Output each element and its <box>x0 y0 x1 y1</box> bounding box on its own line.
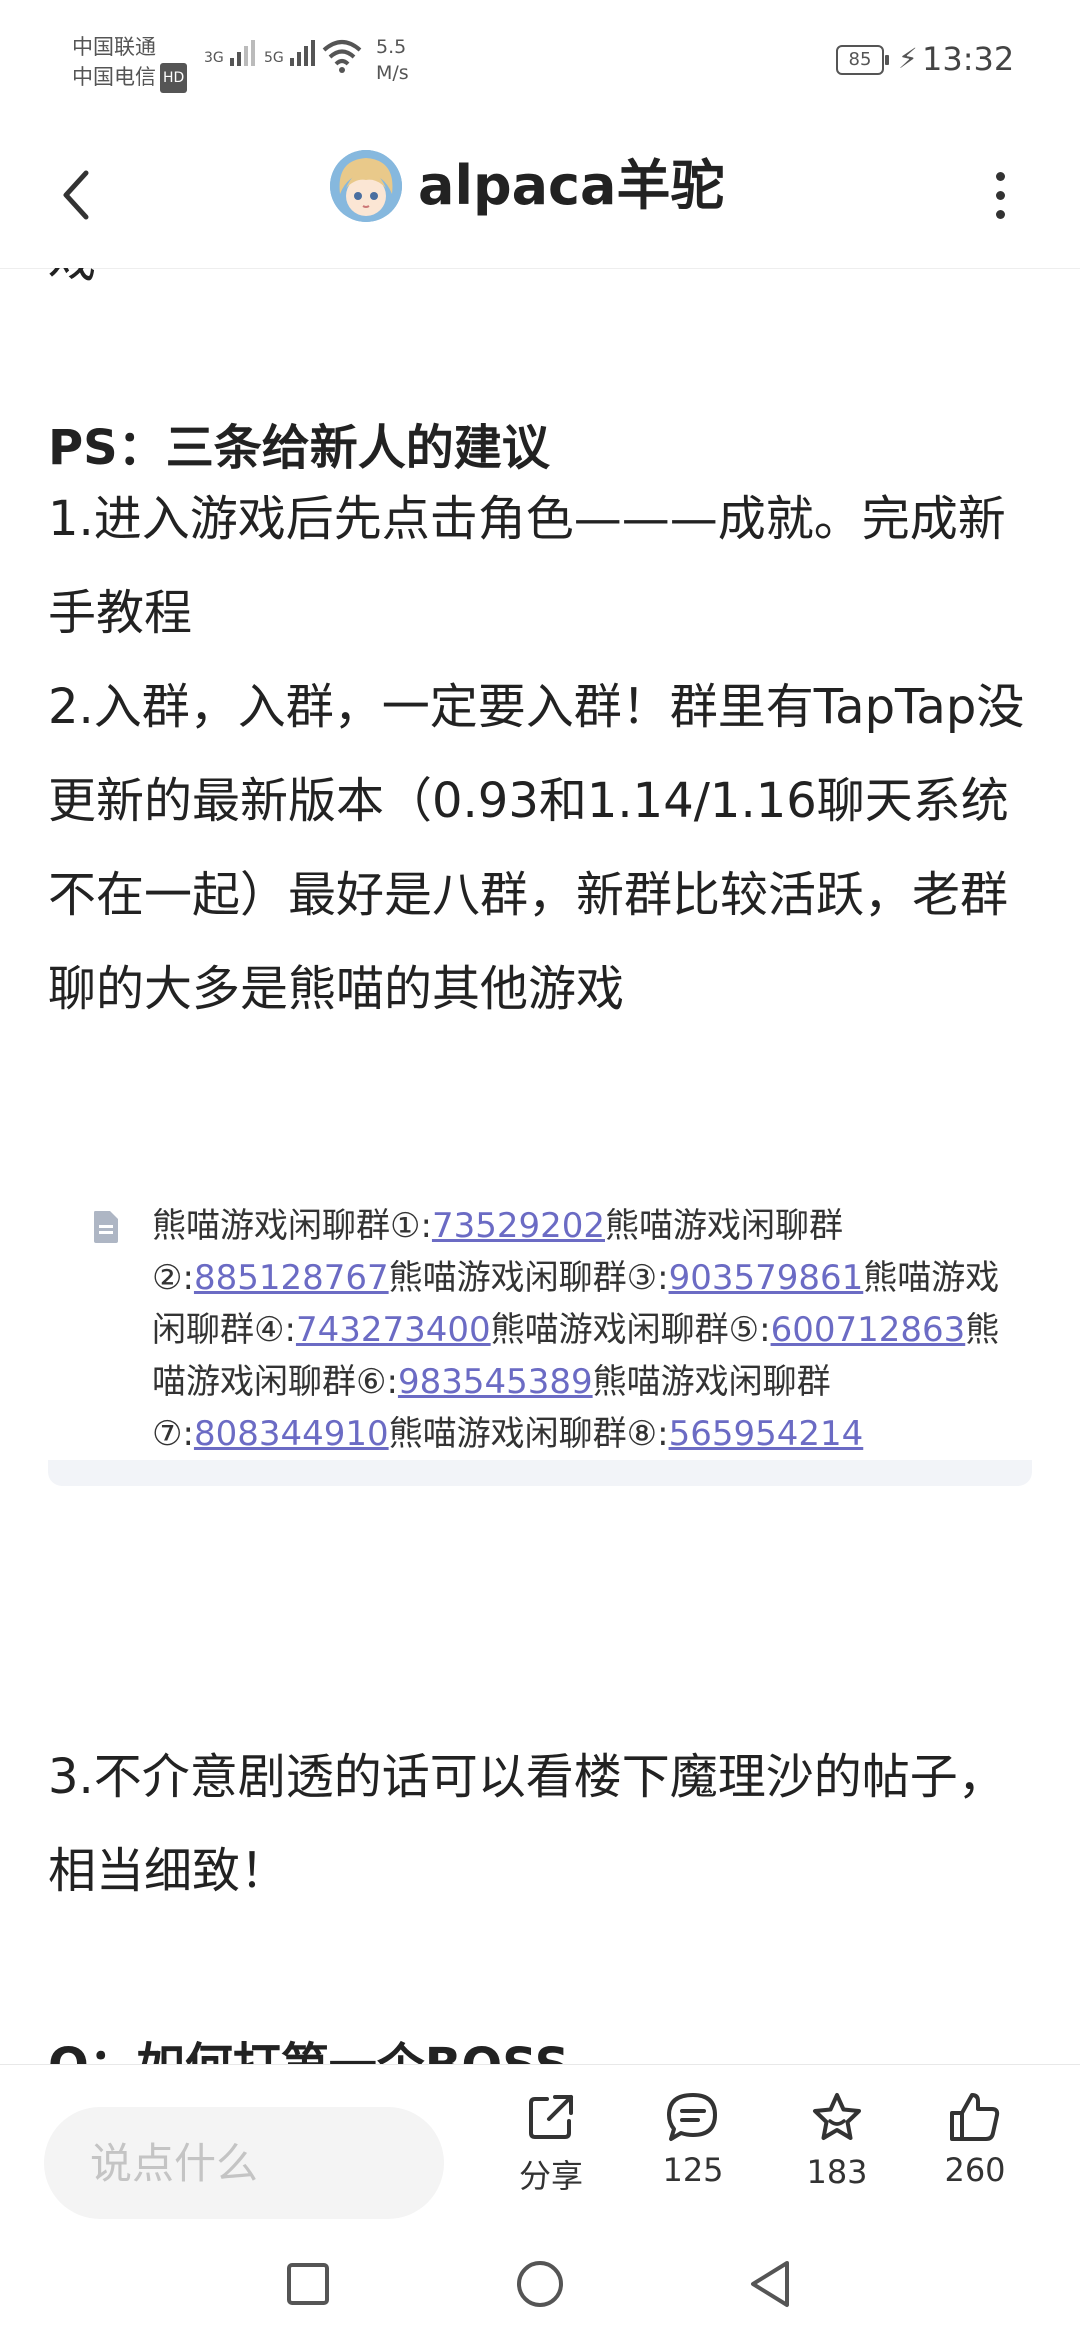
signal-bars-icon <box>230 40 256 66</box>
group-label: 熊喵游戏闲聊群⑧: <box>388 1414 669 1454</box>
group-id-link[interactable]: 885128767 <box>194 1258 389 1298</box>
group-id-link[interactable]: 743273400 <box>296 1310 491 1350</box>
back-nav-button[interactable] <box>740 2254 800 2314</box>
share-icon <box>529 2095 573 2139</box>
recent-apps-button[interactable] <box>278 2254 338 2314</box>
network-speed: 5.5 M/s <box>376 34 409 86</box>
home-button[interactable] <box>510 2254 570 2314</box>
hd-badge: HD <box>160 63 188 93</box>
share-button[interactable]: 分享 <box>496 2091 606 2197</box>
comments-button[interactable]: 125 <box>638 2091 748 2189</box>
section-heading: PS：三条给新人的建议 <box>48 420 550 476</box>
qq-group-card: 熊喵游戏闲聊群①:73529202熊喵游戏闲聊群②:885128767熊喵游戏闲… <box>48 1186 1032 1486</box>
document-icon <box>94 1211 118 1243</box>
next-section-heading: Q：如何打第一个BOSS <box>48 2026 569 2064</box>
signal-bars-icon <box>290 40 316 66</box>
favorites-count: 183 <box>806 2153 868 2191</box>
paragraph-tip-1: 1.进入游戏后先点击角色———成就。完成新手教程 <box>48 491 1006 641</box>
wifi-icon <box>322 40 362 73</box>
group-id-link[interactable]: 983545389 <box>398 1362 593 1402</box>
star-icon <box>813 2093 861 2140</box>
more-vertical-icon <box>995 171 1005 181</box>
back-button[interactable] <box>40 150 110 240</box>
thumbs-up-icon <box>950 2093 1000 2141</box>
triangle-back-icon <box>751 2261 789 2307</box>
card-footer <box>48 1460 1032 1486</box>
group-id-link[interactable]: 565954214 <box>669 1414 864 1454</box>
group-label: 熊喵游戏闲聊群⑤: <box>490 1310 771 1350</box>
group-label: 熊喵游戏闲聊群①: <box>152 1206 432 1246</box>
network-speed-value: 5.5 <box>376 36 407 58</box>
status-clock: 13:32 <box>922 40 1015 78</box>
more-vertical-icon <box>995 209 1005 219</box>
group-id-link[interactable]: 808344910 <box>194 1414 389 1454</box>
circle-icon <box>517 2261 563 2307</box>
chevron-left-icon <box>63 170 89 220</box>
group-id-link[interactable]: 600712863 <box>771 1310 966 1350</box>
like-button[interactable]: 260 <box>920 2091 1030 2189</box>
paragraph-tip-2: 2.入群，入群，一定要入群！群里有TapTap没更新的最新版本（0.93和1.1… <box>48 679 1025 1017</box>
action-bar: 分享 125 183 260 <box>0 2064 1080 2225</box>
battery-indicator: 85 <box>836 45 889 75</box>
carrier-2: 中国电信 <box>72 65 156 89</box>
avatar[interactable] <box>330 150 402 222</box>
anime-avatar-icon <box>330 150 402 222</box>
more-options-button[interactable] <box>980 160 1020 230</box>
favorite-button[interactable]: 183 <box>782 2091 892 2191</box>
carrier-1: 中国联通 <box>72 35 156 59</box>
comment-input[interactable] <box>44 2107 444 2219</box>
signal-type-1: 3G <box>204 50 224 66</box>
carrier-info: 中国联通 中国电信 HD <box>72 32 188 93</box>
more-vertical-icon <box>995 190 1005 200</box>
group-label: 熊喵游戏闲聊群③: <box>388 1258 669 1298</box>
comment-bubble-icon <box>667 2093 717 2141</box>
group-list: 熊喵游戏闲聊群①:73529202熊喵游戏闲聊群②:885128767熊喵游戏闲… <box>152 1200 1012 1460</box>
signal-strength-2: 5G <box>264 40 316 66</box>
clipped-text: 戏 <box>48 268 96 290</box>
signal-strength-1: 3G <box>204 40 256 66</box>
comments-count: 125 <box>662 2151 724 2189</box>
network-speed-unit: M/s <box>376 62 409 84</box>
share-label: 分享 <box>518 2157 583 2195</box>
author-name[interactable]: alpaca羊驼 <box>418 150 725 222</box>
post-content[interactable]: 戏 PS：三条给新人的建议 1.进入游戏后先点击角色———成就。完成新手教程 2… <box>0 268 1080 2064</box>
charging-icon: ⚡ <box>898 42 918 75</box>
square-icon <box>287 2263 329 2305</box>
app-header: alpaca羊驼 <box>0 120 1080 269</box>
system-nav-bar <box>0 2224 1080 2340</box>
paragraph-tip-3: 3.不介意剧透的话可以看楼下魔理沙的帖子，相当细致！ <box>48 1749 1006 1899</box>
status-bar: 中国联通 中国电信 HD 3G 5G 5.5 M/s 85 ⚡ 13:32 <box>0 0 1080 120</box>
likes-count: 260 <box>944 2151 1006 2189</box>
signal-type-2: 5G <box>264 50 284 66</box>
group-id-link[interactable]: 903579861 <box>669 1258 864 1298</box>
group-id-link[interactable]: 73529202 <box>432 1206 605 1246</box>
